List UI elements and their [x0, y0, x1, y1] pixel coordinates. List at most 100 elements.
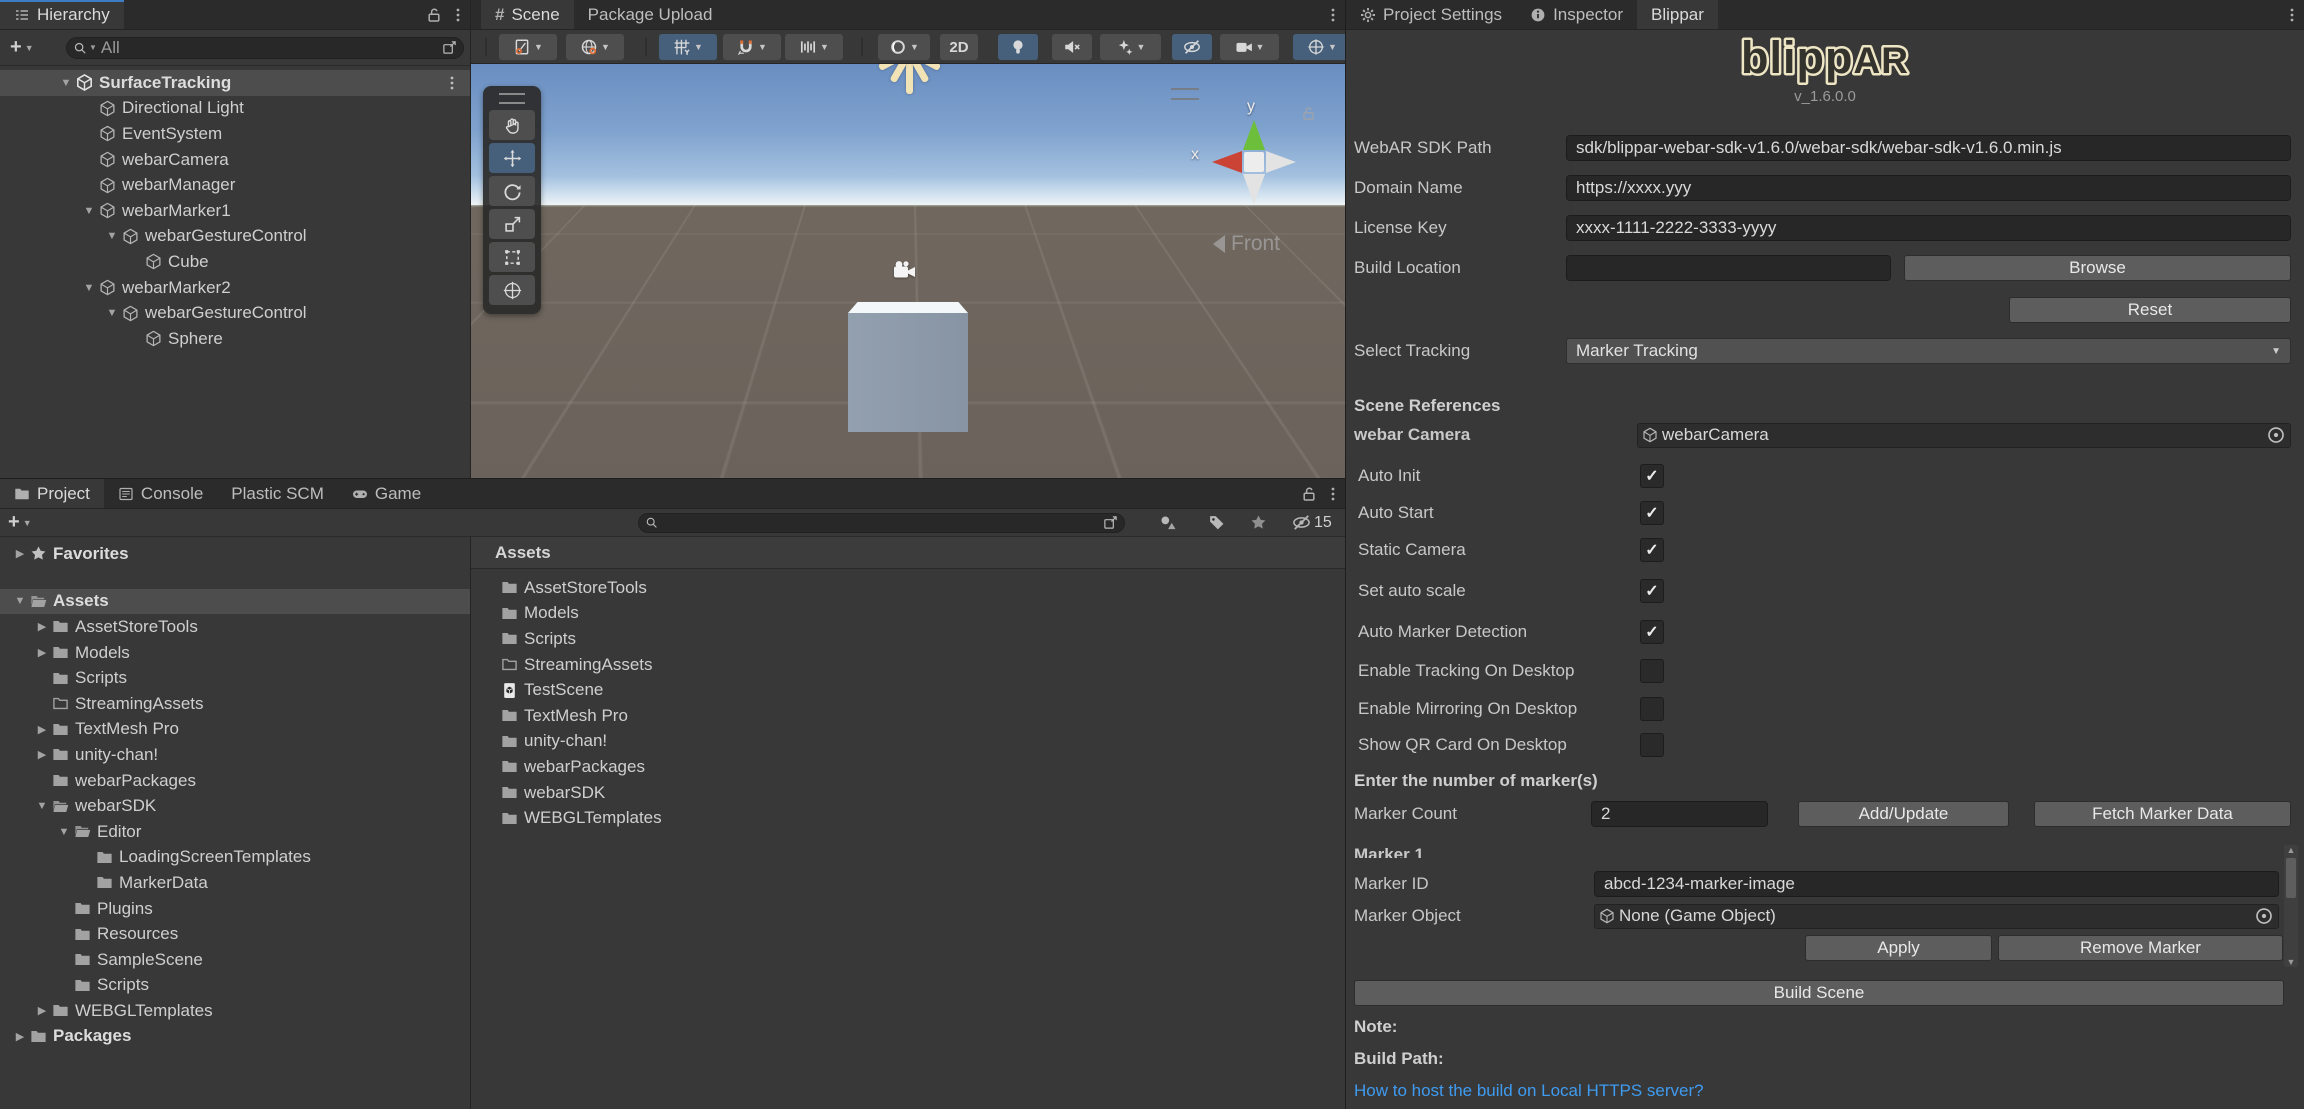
create-object-button[interactable]: + ▼ — [10, 36, 34, 59]
hierarchy-item[interactable]: Cube — [0, 249, 470, 275]
view-orientation-label[interactable]: Front — [1213, 232, 1280, 256]
gizmo-center-cube[interactable] — [1244, 152, 1264, 172]
tree-item[interactable]: ▶ unity-chan! — [0, 742, 470, 768]
fetch-marker-data-button[interactable]: Fetch Marker Data — [2034, 801, 2291, 827]
asset-item[interactable]: unity-chan! — [471, 729, 1345, 755]
2d-view-toggle[interactable]: 2D — [940, 34, 978, 60]
asset-item[interactable]: WEBGLTemplates — [471, 805, 1345, 831]
scene-visibility-toggle[interactable] — [1172, 34, 1212, 60]
marker-id-input[interactable]: abcd-1234-marker-image — [1594, 871, 2279, 897]
reset-button[interactable]: Reset — [2009, 297, 2291, 323]
asset-item-scene[interactable]: TestScene — [471, 677, 1345, 703]
overlay-drag-handle[interactable] — [499, 93, 525, 104]
hierarchy-item[interactable]: ▼ webarMarker2 — [0, 275, 470, 301]
hierarchy-item[interactable]: ▼ webarMarker1 — [0, 198, 470, 224]
tab-blippar[interactable]: Blippar — [1637, 0, 1718, 29]
asset-item[interactable]: Scripts — [471, 626, 1345, 652]
hierarchy-item[interactable]: webarCamera — [0, 147, 470, 173]
auto-start-checkbox[interactable] — [1640, 501, 1664, 525]
tree-item[interactable]: SampleScene — [0, 947, 470, 973]
tree-item[interactable]: MarkerData — [0, 870, 470, 896]
tab-project[interactable]: Project — [0, 479, 104, 508]
enable-mirroring-desktop-checkbox[interactable] — [1640, 697, 1664, 721]
tree-item[interactable]: ▶ AssetStoreTools — [0, 614, 470, 640]
hierarchy-item-surfacetracking[interactable]: ▼ SurfaceTracking — [0, 70, 470, 96]
tab-package-upload[interactable]: Package Upload — [574, 0, 727, 29]
favorites-star-icon[interactable] — [1250, 514, 1267, 531]
project-search-input[interactable] — [638, 512, 1125, 533]
foldout-closed-icon[interactable]: ▶ — [32, 1004, 52, 1017]
grid-visibility-button[interactable]: ▼ — [659, 34, 717, 60]
tab-scene[interactable]: # Scene — [481, 0, 574, 29]
hierarchy-item[interactable]: Sphere — [0, 326, 470, 352]
static-camera-checkbox[interactable] — [1640, 538, 1664, 562]
snap-increment-button[interactable]: ▼ — [785, 34, 843, 60]
scroll-down-icon[interactable]: ▼ — [2287, 957, 2296, 967]
camera-gizmo-icon[interactable] — [892, 260, 918, 280]
tool-handle-position-button[interactable]: ▼ — [499, 34, 557, 60]
hierarchy-search-input[interactable]: ▼ All — [66, 36, 464, 59]
asset-item[interactable]: webarPackages — [471, 754, 1345, 780]
foldout-open-icon[interactable]: ▼ — [102, 230, 122, 242]
auto-marker-detection-checkbox[interactable] — [1640, 620, 1664, 644]
marker-scrollbar[interactable]: ▲ ▼ — [2284, 845, 2298, 967]
foldout-open-icon[interactable]: ▼ — [54, 826, 74, 838]
object-picker-icon[interactable] — [2254, 906, 2274, 926]
tree-item[interactable]: Scripts — [0, 665, 470, 691]
remove-marker-button[interactable]: Remove Marker — [1998, 935, 2283, 961]
set-auto-scale-checkbox[interactable] — [1640, 579, 1664, 603]
apply-button[interactable]: Apply — [1805, 935, 1992, 961]
tree-item[interactable]: ▼ Editor — [0, 819, 470, 845]
transform-tool-button[interactable] — [489, 275, 535, 305]
foldout-open-icon[interactable]: ▼ — [79, 205, 99, 217]
scroll-up-icon[interactable]: ▲ — [2287, 845, 2296, 855]
tree-item-favorites[interactable]: ▶ Favorites — [0, 541, 470, 567]
foldout-closed-icon[interactable]: ▶ — [32, 620, 52, 633]
overlay-drag-handle[interactable] — [1171, 88, 1199, 100]
tree-item[interactable]: webarPackages — [0, 768, 470, 794]
foldout-closed-icon[interactable]: ▶ — [32, 646, 52, 659]
hierarchy-item[interactable]: webarManager — [0, 172, 470, 198]
tab-game[interactable]: Game — [338, 479, 435, 508]
tree-item[interactable]: ▼ webarSDK — [0, 793, 470, 819]
foldout-open-icon[interactable]: ▼ — [56, 77, 76, 89]
tab-hierarchy[interactable]: Hierarchy — [0, 0, 124, 29]
scale-tool-button[interactable] — [489, 209, 535, 239]
gizmo-lock-icon[interactable] — [1301, 106, 1316, 121]
foldout-open-icon[interactable]: ▼ — [10, 595, 30, 607]
license-key-input[interactable]: xxxx-1111-2222-3333-yyyy — [1566, 215, 2291, 241]
rotate-tool-button[interactable] — [489, 176, 535, 206]
hierarchy-item[interactable]: ▼ webarGestureControl — [0, 224, 470, 250]
asset-item[interactable]: webarSDK — [471, 780, 1345, 806]
directional-light-gizmo[interactable] — [875, 64, 945, 98]
effects-toggle-button[interactable]: ▼ — [1100, 34, 1161, 60]
asset-item[interactable]: TextMesh Pro — [471, 703, 1345, 729]
foldout-open-icon[interactable]: ▼ — [102, 307, 122, 319]
show-qr-card-desktop-checkbox[interactable] — [1640, 733, 1664, 757]
scene-viewport[interactable]: y x Front — [471, 64, 1345, 478]
marker-count-input[interactable]: 2 — [1591, 801, 1768, 827]
asset-item[interactable]: StreamingAssets — [471, 652, 1345, 678]
tree-item[interactable]: LoadingScreenTemplates — [0, 845, 470, 871]
rect-tool-button[interactable] — [489, 242, 535, 272]
axis-x-cone[interactable] — [1212, 151, 1242, 173]
scroll-thumb[interactable] — [2286, 858, 2296, 898]
tab-project-settings[interactable]: Project Settings — [1346, 0, 1516, 29]
enable-tracking-desktop-checkbox[interactable] — [1640, 659, 1664, 683]
search-by-label-icon[interactable] — [1208, 514, 1225, 531]
tree-item[interactable]: Scripts — [0, 973, 470, 999]
asset-item[interactable]: Models — [471, 601, 1345, 627]
foldout-closed-icon[interactable]: ▶ — [32, 748, 52, 761]
object-picker-icon[interactable] — [2266, 425, 2286, 445]
search-by-type-icon[interactable] — [1160, 514, 1177, 531]
asset-item[interactable]: AssetStoreTools — [471, 575, 1345, 601]
kebab-menu-icon[interactable] — [444, 75, 460, 91]
camera-settings-button[interactable]: ▼ — [1220, 34, 1279, 60]
add-update-button[interactable]: Add/Update — [1798, 801, 2009, 827]
tree-item[interactable]: ▶ Models — [0, 640, 470, 666]
hand-tool-button[interactable] — [489, 110, 535, 140]
kebab-menu-icon[interactable] — [446, 0, 470, 29]
draw-mode-button[interactable]: ▼ — [878, 34, 930, 60]
kebab-menu-icon[interactable] — [1321, 479, 1345, 508]
browse-button[interactable]: Browse — [1904, 255, 2291, 281]
